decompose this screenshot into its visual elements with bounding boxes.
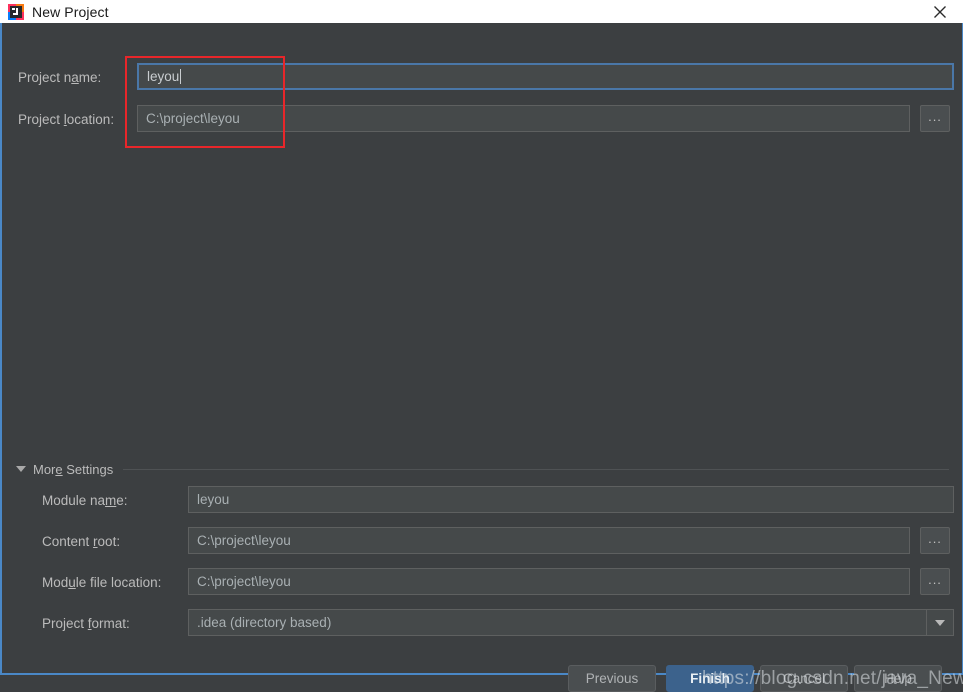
ellipsis-icon: ... [928, 571, 942, 587]
section-divider [123, 468, 949, 470]
module-name-input[interactable]: leyou [188, 486, 954, 513]
project-location-input[interactable]: C:\project\leyou [137, 105, 910, 132]
content-root-label: Content root: [42, 534, 121, 549]
project-location-value: C:\project\leyou [146, 111, 240, 126]
text-caret [180, 69, 182, 84]
project-format-select[interactable]: .idea (directory based) [188, 609, 954, 636]
ellipsis-icon: ... [928, 530, 942, 546]
project-format-value: .idea (directory based) [197, 615, 332, 630]
more-settings-label: More Settings [33, 461, 114, 477]
content-root-browse-button[interactable]: ... [920, 527, 950, 554]
module-name-label: Module name: [42, 493, 128, 508]
module-file-location-browse-button[interactable]: ... [920, 568, 950, 595]
project-name-value: leyou [147, 69, 180, 84]
title-bar: New Project [0, 0, 963, 23]
window-title: New Project [32, 3, 109, 20]
module-file-location-label: Module file location: [42, 575, 162, 590]
project-location-browse-button[interactable]: ... [920, 105, 950, 132]
more-settings-section-header[interactable]: More Settings [16, 461, 951, 477]
close-icon[interactable] [917, 0, 963, 23]
project-location-label: Project location: [18, 112, 115, 127]
chevron-down-icon[interactable] [926, 610, 953, 635]
ellipsis-icon: ... [928, 108, 942, 124]
dialog-body: Project name: leyou Project location: C:… [2, 23, 963, 692]
project-format-label: Project format: [42, 616, 130, 631]
project-name-input[interactable]: leyou [137, 63, 954, 90]
cancel-button[interactable]: Cancel [760, 665, 848, 692]
finish-button[interactable]: Finish [666, 665, 754, 692]
content-root-value: C:\project\leyou [197, 533, 291, 548]
intellij-idea-icon [8, 3, 24, 20]
new-project-dialog: New Project Project name: leyou Project … [0, 0, 963, 692]
previous-button[interactable]: Previous [568, 665, 656, 692]
triangle-down-icon [16, 466, 26, 472]
content-root-input[interactable]: C:\project\leyou [188, 527, 910, 554]
module-file-location-value: C:\project\leyou [197, 574, 291, 589]
project-name-label: Project name: [18, 70, 102, 85]
module-file-location-input[interactable]: C:\project\leyou [188, 568, 910, 595]
help-button[interactable]: Help [854, 665, 942, 692]
module-name-value: leyou [197, 492, 230, 507]
